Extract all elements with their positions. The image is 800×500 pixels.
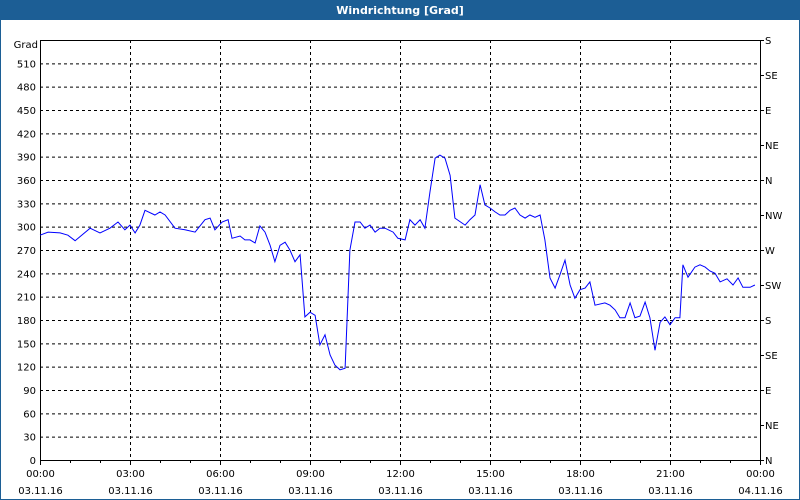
y-tick-label: 120	[17, 363, 36, 374]
x-tick-date: 03.11.16	[468, 486, 513, 497]
wind-direction-chart: 0 30 60 90 120 150 180 210 240 270 300 330 360 390 420…	[14, 36, 783, 497]
y-axis-label: Grad	[14, 40, 38, 51]
y-tick-label: 360	[17, 176, 36, 187]
y-tick-label: 300	[17, 223, 36, 234]
y2-tick-label: SW	[765, 281, 781, 292]
y2-tick-label: E	[765, 106, 771, 117]
x-tick-date: 03.11.16	[558, 486, 603, 497]
x-tick-time: 21:00	[656, 469, 685, 480]
y-tick-label: 90	[23, 386, 36, 397]
y-tick-label: 240	[17, 269, 36, 280]
x-tick-date: 03.11.16	[198, 486, 243, 497]
x-tick-date: 03.11.16	[288, 486, 333, 497]
y-tick-label: 270	[17, 246, 36, 257]
y-tick-label: 330	[17, 199, 36, 210]
y-tick-label: 420	[17, 129, 36, 140]
y-tick-label: 0	[30, 456, 36, 467]
x-tick-time: 15:00	[476, 469, 505, 480]
y2-tick-label: NE	[765, 421, 779, 432]
y2-tick-label: NE	[765, 141, 779, 152]
y-tick-label: 480	[17, 83, 36, 94]
y2-tick-label: SE	[765, 71, 778, 82]
x-tick-time: 18:00	[566, 469, 595, 480]
y2-tick-label: N	[765, 456, 772, 467]
x-tick-date: 03.11.16	[378, 486, 423, 497]
series-line	[39, 154, 756, 371]
y-tick-label: 510	[17, 59, 36, 70]
x-tick-time: 09:00	[296, 469, 325, 480]
x-tick-time: 12:00	[386, 469, 415, 480]
y-tick-label: 180	[17, 316, 36, 327]
y-tick-label: 150	[17, 339, 36, 350]
x-tick-time: 06:00	[206, 469, 235, 480]
x-tick-date: 04.11.16	[738, 486, 783, 497]
y-tick-label: 450	[17, 106, 36, 117]
x-tick-date: 03.11.16	[648, 486, 693, 497]
y2-tick-label: S	[765, 316, 771, 327]
y2-tick-label: N	[765, 176, 772, 187]
y2-tick-label: S	[765, 36, 771, 47]
y-tick-label: 30	[23, 433, 36, 444]
y2-tick-label: NW	[765, 211, 782, 222]
y2-tick-label: SE	[765, 351, 778, 362]
y2-tick-label: E	[765, 386, 771, 397]
x-tick-time: 03:00	[116, 469, 145, 480]
x-tick-date: 03.11.16	[18, 486, 63, 497]
y2-tick-label: W	[765, 246, 775, 257]
y-tick-label: 210	[17, 293, 36, 304]
x-tick-date: 03.11.16	[108, 486, 153, 497]
y-tick-label: 390	[17, 153, 36, 164]
x-tick-time: 00:00	[746, 469, 775, 480]
y-tick-label: 60	[23, 409, 36, 420]
x-tick-time: 00:00	[26, 469, 55, 480]
